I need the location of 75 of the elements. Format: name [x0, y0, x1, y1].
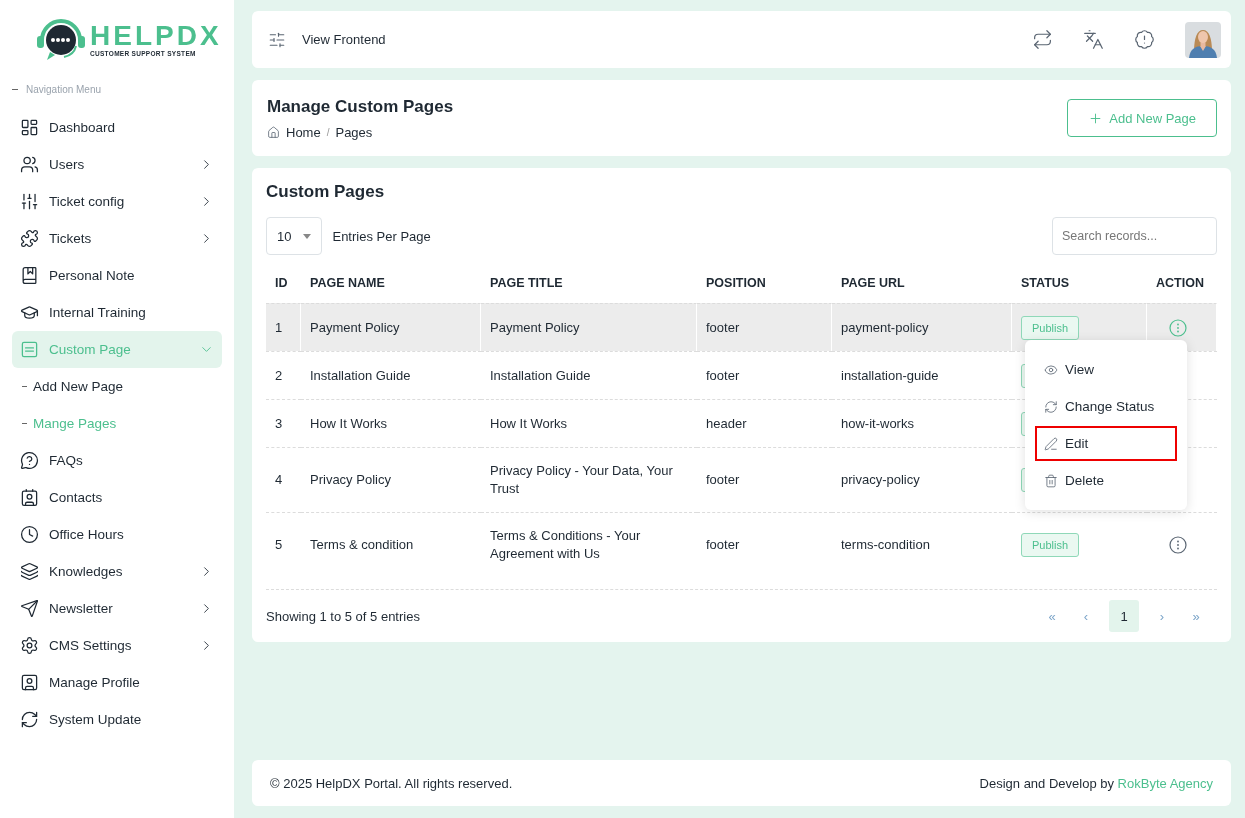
nav-icon [20, 229, 39, 248]
sidebar-item[interactable]: FAQs [12, 442, 222, 479]
view-frontend-link[interactable]: View Frontend [302, 32, 1016, 47]
sidebar-item[interactable]: Manage Profile [12, 664, 222, 701]
sidebar-item[interactable]: Knowledges [12, 553, 222, 590]
breadcrumb-item: Pages [335, 124, 373, 140]
menu-item[interactable]: Edit [1035, 426, 1177, 461]
column-header: PAGE NAME [309, 275, 386, 292]
breadcrumb-item[interactable]: Home [286, 124, 321, 140]
column-header: PAGE URL [840, 275, 906, 292]
entries-select[interactable]: 10 [266, 217, 323, 255]
sidebar-item[interactable]: Internal Training [12, 294, 222, 331]
page-button[interactable]: 1 [1109, 600, 1139, 632]
sidebar-item[interactable]: CMS Settings [12, 627, 222, 664]
card-title: Custom Pages [266, 182, 386, 202]
sidebar-item[interactable]: Personal Note [12, 257, 222, 294]
sidebar-item[interactable]: Newsletter [12, 590, 222, 627]
nav-icon [20, 710, 39, 729]
submenu-item[interactable]: Add New Page [33, 379, 124, 394]
eye-icon [1044, 362, 1058, 377]
headset-logo-icon [36, 16, 86, 62]
table-cell: payment-policy [832, 303, 1012, 351]
column-header: STATUS [1020, 275, 1071, 292]
status-badge: Publish [1021, 533, 1079, 557]
column-header: ACTION [1155, 275, 1205, 292]
trash-icon [1044, 473, 1058, 488]
menu-item[interactable]: Change Status [1035, 389, 1177, 424]
nav-icon [20, 340, 39, 359]
nav-heading: Navigation Menu [26, 84, 102, 95]
table-cell: 1 [266, 303, 301, 351]
refresh-icon[interactable] [1032, 29, 1053, 50]
menu-item[interactable]: View [1035, 352, 1177, 387]
nav-icon [20, 525, 39, 544]
alert-icon[interactable] [1134, 29, 1155, 50]
sidebar-item[interactable]: Office Hours [12, 516, 222, 553]
search-field[interactable]: Search records... [1052, 217, 1217, 255]
nav-icon [20, 155, 39, 174]
plus-icon [1088, 110, 1104, 126]
page-title: Manage Custom Pages [267, 96, 454, 117]
nav-icon [20, 303, 39, 322]
entries-summary: Showing 1 to 5 of 5 entries [266, 608, 420, 624]
table-cell: Payment Policy [481, 303, 697, 351]
logo-name: HELPDX [90, 21, 222, 50]
translate-icon[interactable] [1083, 29, 1104, 50]
status-badge: Publish [1021, 315, 1079, 340]
nav-icon [20, 636, 39, 655]
pencil-icon [1044, 436, 1058, 451]
sidebar-item[interactable]: Dashboard [12, 109, 222, 146]
table-cell: Payment Policy [301, 303, 481, 351]
sidebar-item[interactable]: Tickets [12, 220, 222, 257]
sidebar-item[interactable]: Ticket config [12, 183, 222, 220]
menu-item[interactable]: Delete [1035, 463, 1177, 498]
nav-icon [20, 451, 39, 470]
credit-text: Design and Develop by RokByte Agency [979, 775, 1213, 791]
column-header: PAGE TITLE [489, 275, 564, 292]
nav-icon [20, 673, 39, 692]
copyright-text: © 2025 HelpDX Portal. All rights reserved. [270, 775, 513, 791]
breadcrumb-separator: / [326, 126, 330, 138]
column-header: ID [274, 275, 289, 292]
entries-label: Entries Per Page [332, 228, 432, 244]
table-cell: footer [697, 303, 832, 351]
nav-icon [20, 266, 39, 285]
sidebar-item[interactable]: System Update [12, 701, 222, 738]
nav-icon [20, 562, 39, 581]
nav-icon [20, 192, 39, 211]
menu-icon[interactable] [268, 30, 286, 49]
nav-icon [20, 118, 39, 137]
nav-icon [20, 488, 39, 507]
sidebar-item[interactable]: Users [12, 146, 222, 183]
nav-icon [20, 599, 39, 618]
sidebar-item[interactable]: Contacts [12, 479, 222, 516]
more-options-icon[interactable] [1169, 536, 1187, 554]
column-header: POSITION [705, 275, 767, 292]
home-icon [267, 125, 280, 139]
refresh-icon [1044, 399, 1058, 414]
